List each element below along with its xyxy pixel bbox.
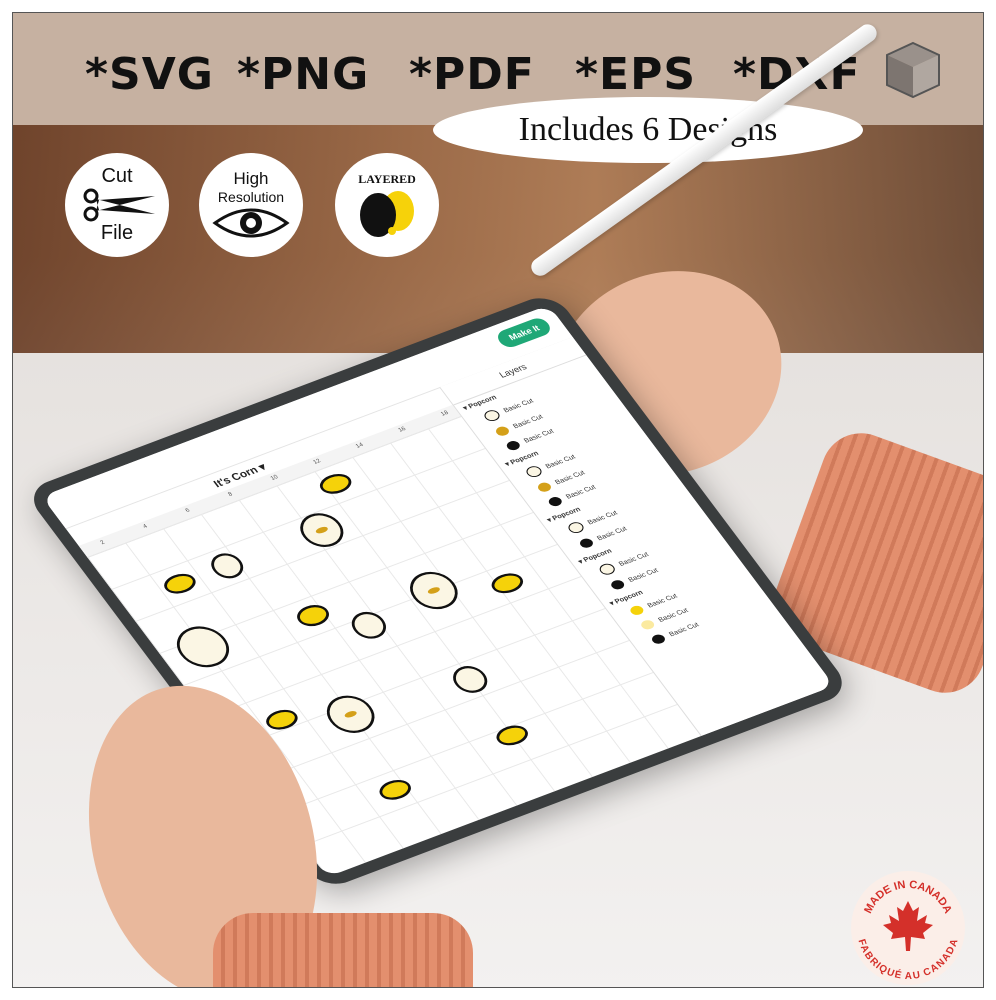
popcorn-shape [453, 666, 488, 693]
kernel-shape [379, 779, 411, 800]
layer-label: Basic Cut [667, 621, 701, 638]
ruler-tick: 8 [227, 491, 234, 498]
layers-blob-icon [360, 190, 414, 237]
popcorn-thumb-icon [481, 408, 503, 423]
make-it-button[interactable]: Make It [494, 315, 555, 350]
cube-icon [886, 41, 940, 99]
ruler-tick: 16 [397, 426, 408, 434]
popcorn-shadow-thumb-icon [504, 439, 522, 452]
popcorn-shadow-thumb-icon [546, 495, 564, 508]
ruler-tick: 6 [184, 507, 192, 514]
high-resolution-badge: High Resolution [199, 153, 303, 257]
kernel-shadow-thumb-icon [649, 633, 668, 646]
badge-text: High [233, 169, 269, 188]
format-pdf: *PDF [409, 49, 535, 100]
popcorn-shape [351, 611, 386, 639]
cut-file-badge: Cut File [65, 153, 169, 257]
popcorn-thumb-icon [523, 464, 545, 479]
popcorn-shape [211, 553, 244, 579]
popcorn-center-thumb-icon [493, 425, 512, 438]
kernel-shape [496, 725, 528, 746]
kernel-thumb-icon [628, 604, 646, 617]
ruler-tick: 4 [142, 523, 149, 530]
badge-text: File [100, 222, 134, 244]
eye-icon [212, 208, 290, 238]
format-eps: *EPS [575, 49, 697, 100]
kernel-shape [491, 573, 524, 594]
product-image: *SVG *PNG *PDF *EPS *DXF Includes 6 Desi… [12, 12, 984, 988]
badge-text: Cut [101, 165, 133, 187]
ruler-tick: 18 [440, 410, 450, 418]
format-png: *PNG [237, 49, 370, 100]
ruler-tick: 12 [312, 458, 323, 466]
scissors-icon [83, 188, 155, 222]
made-in-canada-seal: MADE IN CANADA FABRIQUÉ AU CANADA [851, 871, 965, 985]
kernel-shape [266, 709, 298, 730]
ruler-tick: 10 [269, 474, 280, 482]
ruler-tick: 2 [99, 539, 107, 546]
popcorn-shadow-thumb-icon [608, 578, 627, 591]
popcorn-shape [176, 626, 230, 668]
kernel-shape [297, 605, 329, 627]
badge-text: LAYERED [358, 171, 416, 186]
ruler-tick: 14 [354, 442, 365, 450]
kernel-shape [164, 573, 196, 594]
maple-leaf-icon [883, 901, 933, 951]
layered-badge: LAYERED [335, 153, 439, 257]
kernel-tip-thumb-icon [638, 618, 657, 631]
left-sleeve [213, 913, 473, 987]
includes-designs-label: Includes 6 Designs [433, 97, 863, 163]
popcorn-shadow-thumb-icon [577, 537, 596, 550]
popcorn-center-thumb-icon [535, 481, 554, 494]
popcorn-thumb-icon [565, 520, 587, 535]
kernel-shape [319, 474, 352, 494]
popcorn-thumb-icon [596, 561, 618, 577]
format-svg: *SVG [85, 49, 214, 100]
badge-text: Resolution [217, 189, 285, 205]
